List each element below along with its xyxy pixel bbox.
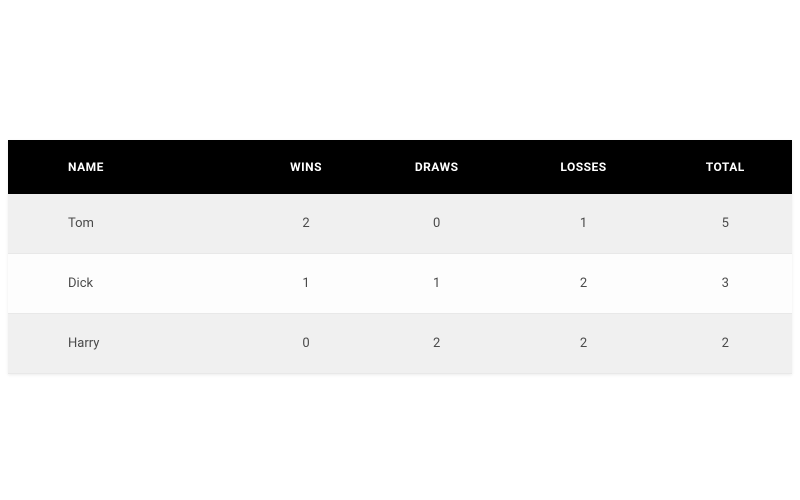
cell-losses: 2 — [509, 254, 659, 314]
cell-total: 2 — [659, 314, 792, 374]
table-row: Dick 1 1 2 3 — [8, 254, 792, 314]
cell-draws: 0 — [365, 194, 509, 254]
cell-wins: 0 — [247, 314, 364, 374]
header-name: NAME — [8, 140, 247, 194]
header-draws: DRAWS — [365, 140, 509, 194]
cell-draws: 2 — [365, 314, 509, 374]
table-container: NAME WINS DRAWS LOSSES TOTAL Tom 2 0 1 5… — [0, 0, 800, 374]
header-losses: LOSSES — [509, 140, 659, 194]
cell-total: 3 — [659, 254, 792, 314]
cell-draws: 1 — [365, 254, 509, 314]
cell-name: Dick — [8, 254, 247, 314]
table-row: Harry 0 2 2 2 — [8, 314, 792, 374]
table-row: Tom 2 0 1 5 — [8, 194, 792, 254]
header-row: NAME WINS DRAWS LOSSES TOTAL — [8, 140, 792, 194]
table-body: Tom 2 0 1 5 Dick 1 1 2 3 Harry 0 2 2 2 — [8, 194, 792, 374]
cell-wins: 1 — [247, 254, 364, 314]
standings-table: NAME WINS DRAWS LOSSES TOTAL Tom 2 0 1 5… — [8, 140, 792, 374]
cell-losses: 2 — [509, 314, 659, 374]
cell-wins: 2 — [247, 194, 364, 254]
table-header: NAME WINS DRAWS LOSSES TOTAL — [8, 140, 792, 194]
cell-total: 5 — [659, 194, 792, 254]
header-wins: WINS — [247, 140, 364, 194]
cell-name: Tom — [8, 194, 247, 254]
cell-name: Harry — [8, 314, 247, 374]
header-total: TOTAL — [659, 140, 792, 194]
cell-losses: 1 — [509, 194, 659, 254]
